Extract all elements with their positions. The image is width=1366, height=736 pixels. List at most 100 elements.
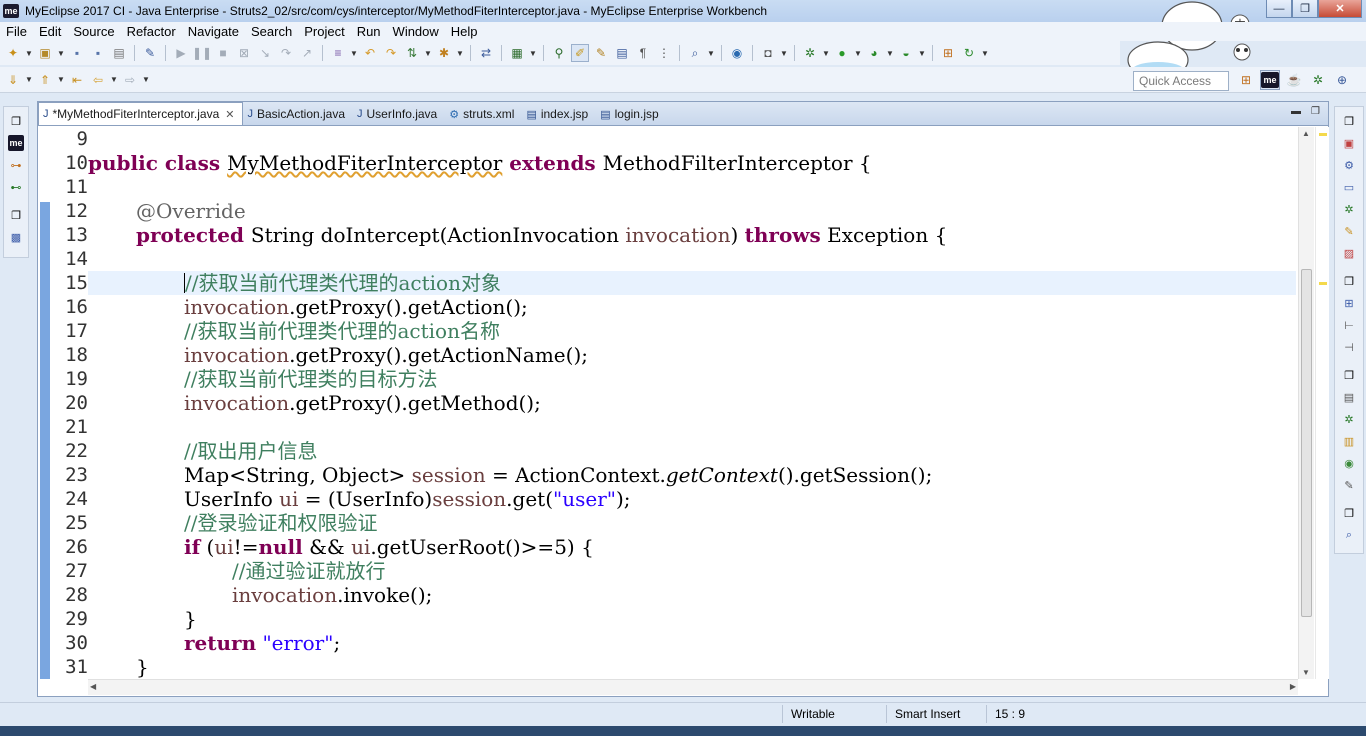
prev-annotation-icon[interactable]: ⇑ xyxy=(36,71,54,89)
close-tab-icon[interactable]: ✕ xyxy=(225,108,234,121)
code-area[interactable]: 9 10 11 12 13 14 15 16 17 18 19 20 21 22… xyxy=(38,127,1296,679)
debug-icon[interactable]: ✲ xyxy=(801,44,819,62)
step-return-icon[interactable]: ↗ xyxy=(298,44,316,62)
grid-dropdown-icon[interactable]: ▼ xyxy=(529,44,537,62)
code-line[interactable]: invocation.getProxy().getMethod(); xyxy=(88,391,1296,415)
code-line[interactable]: protected String doIntercept(ActionInvoc… xyxy=(88,223,1296,247)
code-line[interactable] xyxy=(88,247,1296,271)
undo-icon[interactable]: ↶ xyxy=(361,44,379,62)
code-line[interactable]: if (ui!=null && ui.getUserRoot()>=5) { xyxy=(88,535,1296,559)
java-perspective-icon[interactable]: ☕ xyxy=(1284,70,1304,90)
run-dropdown-icon[interactable]: ▼ xyxy=(854,44,862,62)
pilcrow-icon[interactable]: ¶ xyxy=(634,44,652,62)
minimize-editor-icon[interactable]: ▬ xyxy=(1291,106,1301,117)
coverage-icon[interactable]: ◕ xyxy=(865,44,883,62)
toggle-mark-icon[interactable]: ✎ xyxy=(141,44,159,62)
type-hierarchy-icon[interactable]: ⊶ xyxy=(8,157,24,173)
tab-basicaction[interactable]: J BasicAction.java xyxy=(243,103,353,125)
code-line[interactable]: invocation.getProxy().getActionName(); xyxy=(88,343,1296,367)
print-icon[interactable]: ▤ xyxy=(110,44,128,62)
next-annotation-dropdown-icon[interactable]: ▼ xyxy=(25,71,33,89)
scrollbar-thumb[interactable] xyxy=(1301,269,1312,617)
step-into-icon[interactable]: ↘ xyxy=(256,44,274,62)
menu-source[interactable]: Source xyxy=(67,24,120,39)
scroll-down-icon[interactable]: ▼ xyxy=(1302,668,1310,677)
menu-navigate[interactable]: Navigate xyxy=(182,24,245,39)
external-tools-icon[interactable]: ◒ xyxy=(897,44,915,62)
server-icon[interactable]: ✱ xyxy=(435,44,453,62)
code-lines[interactable]: public class MyMethodFiterInterceptor ex… xyxy=(88,127,1296,679)
overview-warning-marker[interactable] xyxy=(1319,133,1327,136)
highlight-icon[interactable]: ✐ xyxy=(571,44,589,62)
block-select-icon[interactable]: ⋮ xyxy=(655,44,673,62)
menu-refactor[interactable]: Refactor xyxy=(121,24,182,39)
scroll-left-icon[interactable]: ◀ xyxy=(90,682,96,691)
refresh-icon[interactable]: ↻ xyxy=(960,44,978,62)
open-type-icon[interactable]: ⇄ xyxy=(477,44,495,62)
maximize-button[interactable]: ❐ xyxy=(1292,0,1318,18)
server-dropdown-icon[interactable]: ▼ xyxy=(456,44,464,62)
save-icon[interactable]: ▪ xyxy=(68,44,86,62)
menu-search[interactable]: Search xyxy=(245,24,298,39)
code-line[interactable]: Map<String, Object> session = ActionCont… xyxy=(88,463,1296,487)
properties-icon[interactable]: ⚙ xyxy=(1341,157,1357,173)
myeclipse-explorer-icon[interactable]: me xyxy=(8,135,24,151)
overview-ruler[interactable] xyxy=(1315,127,1329,679)
menu-help[interactable]: Help xyxy=(445,24,484,39)
new-dropdown-icon[interactable]: ▼ xyxy=(25,44,33,62)
deploy-icon[interactable]: ⇅ xyxy=(403,44,421,62)
code-line[interactable]: } xyxy=(88,655,1296,679)
tasks-icon[interactable]: ✎ xyxy=(1341,223,1357,239)
format-icon[interactable]: ≡ xyxy=(329,44,347,62)
suspend-icon[interactable]: ❚❚ xyxy=(192,44,212,62)
current-code-line[interactable]: //获取当前代理类代理的action对象 xyxy=(88,271,1296,295)
code-line[interactable] xyxy=(88,175,1296,199)
back-icon[interactable]: ⇦ xyxy=(89,71,107,89)
format-dropdown-icon[interactable]: ▼ xyxy=(350,44,358,62)
code-line[interactable]: } xyxy=(88,607,1296,631)
deploy-dropdown-icon[interactable]: ▼ xyxy=(424,44,432,62)
grid-icon[interactable]: ▦ xyxy=(508,44,526,62)
code-line[interactable] xyxy=(88,127,1296,151)
close-button[interactable]: ✕ xyxy=(1318,0,1362,18)
console-icon[interactable]: ▭ xyxy=(1341,179,1357,195)
restore-icon[interactable]: ❐ xyxy=(1341,113,1357,129)
last-edit-icon[interactable]: ⇤ xyxy=(68,71,86,89)
package-tree-icon[interactable]: ⊷ xyxy=(8,179,24,195)
camera-dropdown-icon[interactable]: ▼ xyxy=(780,44,788,62)
search-dropdown-icon[interactable]: ▼ xyxy=(707,44,715,62)
snippets-icon[interactable]: ▨ xyxy=(1341,245,1357,261)
step-over-icon[interactable]: ↷ xyxy=(277,44,295,62)
restore-icon[interactable]: ❐ xyxy=(1341,273,1357,289)
overview-occurrence-marker[interactable] xyxy=(1319,282,1327,285)
debug-dropdown-icon[interactable]: ▼ xyxy=(822,44,830,62)
redo-icon[interactable]: ↷ xyxy=(382,44,400,62)
search-file-icon[interactable]: ⌕ xyxy=(686,44,704,62)
breakpoints-icon[interactable]: ◉ xyxy=(1341,455,1357,471)
minimize-button[interactable]: — xyxy=(1266,0,1292,18)
forward-icon[interactable]: ⇨ xyxy=(121,71,139,89)
back-dropdown-icon[interactable]: ▼ xyxy=(110,71,118,89)
restore-icon[interactable]: ❐ xyxy=(1341,505,1357,521)
menu-project[interactable]: Project xyxy=(298,24,350,39)
declaration-icon[interactable]: ⊣ xyxy=(1341,339,1357,355)
extra-perspective-icon[interactable]: ⊕ xyxy=(1332,70,1352,90)
maximize-editor-icon[interactable]: ❐ xyxy=(1311,106,1320,117)
debug-view-icon[interactable]: ✲ xyxy=(1341,411,1357,427)
coverage-dropdown-icon[interactable]: ▼ xyxy=(886,44,894,62)
menu-file[interactable]: File xyxy=(0,24,33,39)
package-dropdown-icon[interactable]: ▼ xyxy=(57,44,65,62)
servers-icon[interactable]: ✲ xyxy=(1341,201,1357,217)
code-line[interactable]: invocation.getProxy().getAction(); xyxy=(88,295,1296,319)
code-line[interactable] xyxy=(88,415,1296,439)
tab-login-jsp[interactable]: ▤ login.jsp xyxy=(596,103,666,125)
clipboard-icon[interactable]: ▥ xyxy=(1341,433,1357,449)
code-line[interactable]: UserInfo ui = (UserInfo)session.get("use… xyxy=(88,487,1296,511)
code-line[interactable]: //取出用户信息 xyxy=(88,439,1296,463)
forward-dropdown-icon[interactable]: ▼ xyxy=(142,71,150,89)
camera-icon[interactable]: ◘ xyxy=(759,44,777,62)
tab-mymethodfiterinterceptor[interactable]: J *MyMethodFiterInterceptor.java ✕ xyxy=(38,102,244,125)
external-tools-dropdown-icon[interactable]: ▼ xyxy=(918,44,926,62)
call-hierarchy-icon[interactable]: ⊢ xyxy=(1341,317,1357,333)
new-package-icon[interactable]: ▣ xyxy=(36,44,54,62)
